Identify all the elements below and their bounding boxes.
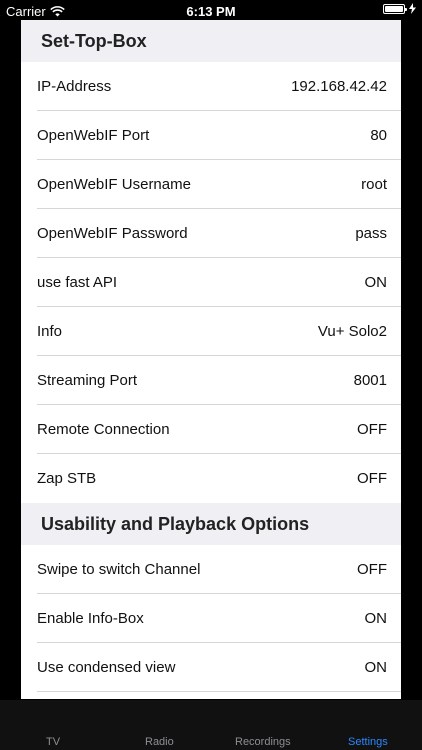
section-header-set-top-box: Set-Top-Box bbox=[21, 20, 401, 62]
section-title: Usability and Playback Options bbox=[41, 513, 310, 534]
status-bar: Carrier 6:13 PM bbox=[0, 0, 422, 22]
row-label: Zap STB bbox=[37, 470, 97, 487]
row-label: OpenWebIF Port bbox=[37, 127, 150, 144]
row-label: Swipe to switch Channel bbox=[37, 561, 201, 578]
section-header-usability: Usability and Playback Options bbox=[21, 503, 401, 545]
battery-icon bbox=[383, 3, 407, 14]
row-value: 8001 bbox=[353, 372, 387, 389]
status-time: 6:13 PM bbox=[186, 4, 236, 19]
row-value: ON bbox=[364, 610, 388, 627]
charging-bolt-icon bbox=[409, 3, 416, 14]
row-openwebif-port[interactable]: OpenWebIF Port 80 bbox=[21, 111, 401, 160]
section-title: Set-Top-Box bbox=[41, 30, 147, 51]
row-use-condensed-view[interactable]: Use condensed view ON bbox=[21, 643, 401, 692]
row-openwebif-password[interactable]: OpenWebIF Password pass bbox=[21, 209, 401, 258]
tab-recordings[interactable]: Recordings bbox=[235, 736, 291, 748]
row-label: OpenWebIF Username bbox=[37, 176, 191, 193]
row-use-fast-api[interactable]: use fast API ON bbox=[21, 258, 401, 307]
row-swipe-to-switch-channel[interactable]: Swipe to switch Channel OFF bbox=[21, 545, 401, 594]
row-ip-address[interactable]: IP-Address 192.168.42.42 bbox=[21, 62, 401, 111]
row-value: 192.168.42.42 bbox=[291, 78, 387, 95]
tab-settings[interactable]: Settings bbox=[348, 736, 388, 748]
row-value: OFF bbox=[357, 470, 387, 487]
row-streaming-port[interactable]: Streaming Port 8001 bbox=[21, 356, 401, 405]
row-enable-info-box[interactable]: Enable Info-Box ON bbox=[21, 594, 401, 643]
row-value: OFF bbox=[357, 421, 387, 438]
row-label: Remote Connection bbox=[37, 421, 170, 438]
row-value: OFF bbox=[357, 561, 387, 578]
tab-radio[interactable]: Radio bbox=[145, 736, 174, 748]
row-label: use fast API bbox=[37, 274, 118, 291]
row-value: root bbox=[361, 176, 387, 193]
row-remote-connection[interactable]: Remote Connection OFF bbox=[21, 405, 401, 454]
row-label: Enable Info-Box bbox=[37, 610, 144, 627]
row-label: OpenWebIF Password bbox=[37, 225, 188, 242]
row-value: ON bbox=[364, 274, 388, 291]
settings-table: Set-Top-Box IP-Address 192.168.42.42 Ope… bbox=[21, 20, 401, 699]
row-openwebif-username[interactable]: OpenWebIF Username root bbox=[21, 160, 401, 209]
tab-bar: TV Radio Recordings Settings bbox=[0, 700, 422, 750]
row-value: ON bbox=[364, 659, 388, 676]
row-label: Streaming Port bbox=[37, 372, 138, 389]
row-value: pass bbox=[355, 225, 387, 242]
row-info[interactable]: Info Vu+ Solo2 bbox=[21, 307, 401, 356]
row-label: Use condensed view bbox=[37, 659, 176, 676]
row-label: IP-Address bbox=[37, 78, 112, 95]
row-value: Vu+ Solo2 bbox=[317, 323, 387, 340]
row-label: Info bbox=[37, 323, 63, 340]
status-right bbox=[383, 3, 416, 14]
tab-tv[interactable]: TV bbox=[46, 736, 60, 748]
row-zap-stb[interactable]: Zap STB OFF bbox=[21, 454, 401, 503]
row-value: 80 bbox=[370, 127, 387, 144]
row-partial[interactable] bbox=[21, 692, 401, 699]
